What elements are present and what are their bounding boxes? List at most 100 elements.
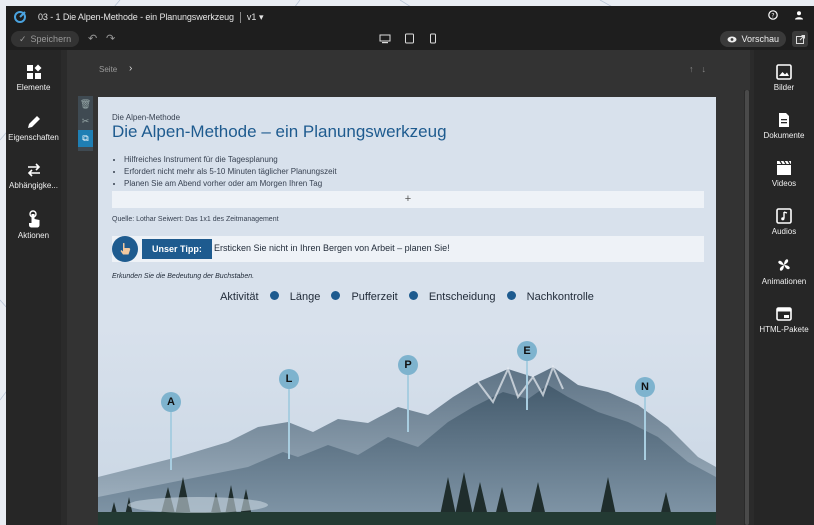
slide-subtitle: Die Alpen-Methode	[112, 113, 181, 122]
sidebar-item-label: Eigenschaften	[8, 133, 59, 142]
marker-line	[526, 360, 528, 410]
music-note-icon	[776, 208, 792, 224]
user-icon[interactable]	[794, 10, 804, 23]
app-logo-icon[interactable]	[12, 9, 28, 25]
slide-title: Die Alpen-Methode – ein Planungswerkzeug	[112, 122, 447, 141]
document-title[interactable]: 03 - 1 Die Alpen-Methode - ein Planungsw…	[38, 12, 234, 22]
marker-p[interactable]: P	[398, 355, 418, 375]
source-note: Quelle: Lothar Seiwert: Das 1x1 des Zeit…	[112, 216, 279, 223]
legend-label: Pufferzeit	[351, 291, 398, 303]
sidebar-item-label: Bilder	[773, 83, 795, 92]
editor-canvas: Seite › ↑↓ 🗑 ✂ ⧉ Die Alpen-Methode Die A…	[67, 50, 750, 525]
sidebar-item-animationen[interactable]: Animationen	[754, 256, 814, 286]
marker-e[interactable]: E	[517, 341, 537, 361]
sidebar-item-elemente[interactable]: Elemente	[6, 64, 61, 92]
help-icon[interactable]: ?	[768, 10, 778, 23]
open-external-icon[interactable]	[792, 31, 808, 47]
desktop-view-icon[interactable]	[378, 32, 392, 45]
marker-l[interactable]: L	[279, 369, 299, 389]
legend-dot	[331, 291, 341, 300]
redo-icon[interactable]: ↷	[106, 32, 115, 45]
legend-label: Entscheidung	[428, 291, 496, 303]
eye-icon	[727, 36, 737, 42]
marker-line	[407, 374, 409, 432]
page-move-arrows[interactable]: ↑↓	[689, 64, 714, 74]
marker-n[interactable]: N	[635, 377, 655, 397]
tip-label: Unser Tipp:	[142, 239, 212, 259]
swap-arrows-icon	[27, 163, 40, 177]
tablet-view-icon[interactable]	[402, 32, 416, 45]
chevron-right-icon[interactable]: ›	[129, 63, 132, 74]
sidebar-item-abhaengigkeiten[interactable]: Abhängigke...	[6, 162, 61, 190]
pointing-hand-icon	[112, 236, 138, 262]
marker-line	[288, 389, 290, 459]
sidebar-item-label: HTML-Pakete	[759, 325, 809, 334]
device-switcher	[378, 32, 440, 45]
save-button[interactable]: ✓ Speichern	[11, 31, 80, 47]
check-icon: ✓	[19, 33, 27, 44]
slide: Die Alpen-Methode Die Alpen-Methode – ei…	[98, 97, 716, 525]
add-element-button[interactable]: +	[112, 191, 704, 208]
bullet-list: Hilfreiches Instrument für die Tagesplan…	[112, 154, 337, 190]
sidebar-item-html-pakete[interactable]: HTML-Pakete	[754, 306, 814, 334]
scrollbar[interactable]	[744, 90, 750, 525]
legend-dot	[408, 291, 418, 300]
delete-icon[interactable]: 🗑	[78, 96, 93, 113]
document-icon	[779, 113, 789, 127]
sidebar-item-eigenschaften[interactable]: Eigenschaften	[6, 114, 61, 142]
caret-down-icon: ▾	[258, 11, 264, 22]
version-label: v1	[246, 11, 257, 22]
mobile-view-icon[interactable]	[426, 32, 440, 45]
scrollbar-thumb[interactable]	[745, 90, 749, 525]
sidebar-item-label: Animationen	[761, 277, 807, 286]
sidebar-item-label: Dokumente	[763, 131, 805, 140]
preview-button[interactable]: Vorschau	[720, 31, 786, 47]
legend-item: Entscheidung	[429, 291, 496, 303]
pinwheel-icon	[778, 259, 790, 271]
image-icon	[776, 64, 792, 80]
sidebar-item-label: Videos	[771, 179, 797, 188]
sidebar-item-label: Audios	[771, 227, 797, 236]
marker-line	[644, 395, 646, 460]
sidebar-item-label: Abhängigke...	[9, 181, 58, 190]
legend-label: Aktivität	[220, 291, 259, 303]
cut-icon[interactable]: ✂	[78, 113, 93, 130]
tip-text: Ersticken Sie nicht in Ihren Bergen von …	[214, 243, 450, 253]
sidebar-item-label: Aktionen	[17, 231, 50, 240]
sidebar-item-dokumente[interactable]: Dokumente	[754, 112, 814, 140]
legend-label: Nachkontrolle	[526, 291, 594, 303]
pencil-icon	[27, 116, 40, 128]
legend-item: Nachkontrolle	[527, 291, 594, 303]
tip-box: Unser Tipp: Ersticken Sie nicht in Ihren…	[112, 236, 704, 262]
instruction-text: Erkunden Sie die Bedeutung der Buchstabe…	[112, 273, 255, 280]
sidebar-item-label: Elemente	[16, 83, 51, 92]
right-sidebar: Bilder Dokumente Videos Audios Animation…	[754, 50, 814, 525]
page-breadcrumb: Seite › ↑↓	[67, 62, 750, 78]
svg-text:?: ?	[771, 13, 774, 20]
sidebar-item-videos[interactable]: Videos	[754, 160, 814, 188]
sidebar-item-audios[interactable]: Audios	[754, 208, 814, 236]
legend-label: Länge	[289, 291, 321, 303]
element-tools: 🗑 ✂ ⧉	[78, 96, 93, 151]
preview-label: Vorschau	[741, 34, 779, 44]
legend-item: Länge	[290, 291, 321, 303]
sidebar-item-aktionen[interactable]: Aktionen	[6, 210, 61, 240]
sidebar-item-bilder[interactable]: Bilder	[754, 64, 814, 92]
list-item: Planen Sie am Abend vorher oder am Morge…	[124, 178, 337, 190]
window-icon	[776, 307, 792, 321]
page-label[interactable]: Seite	[99, 65, 117, 74]
list-item: Hilfreiches Instrument für die Tagesplan…	[124, 154, 337, 166]
copy-icon[interactable]: ⧉	[78, 130, 93, 147]
legend: Aktivität Länge Pufferzeit Entscheidung …	[98, 291, 716, 303]
marker-a[interactable]: A	[161, 392, 181, 412]
marker-line	[170, 410, 172, 470]
legend-item: Aktivität	[220, 291, 259, 303]
version-dropdown[interactable]: v1 ▾	[239, 11, 264, 23]
list-item: Erfordert nicht mehr als 5-10 Minuten tä…	[124, 166, 337, 178]
legend-dot	[506, 291, 516, 300]
editor-app: 03 - 1 Die Alpen-Methode - ein Planungsw…	[6, 6, 814, 525]
undo-icon[interactable]: ↶	[88, 32, 97, 45]
legend-dot	[269, 291, 279, 300]
hand-pointer-icon	[28, 210, 39, 228]
clapperboard-icon	[777, 160, 791, 175]
